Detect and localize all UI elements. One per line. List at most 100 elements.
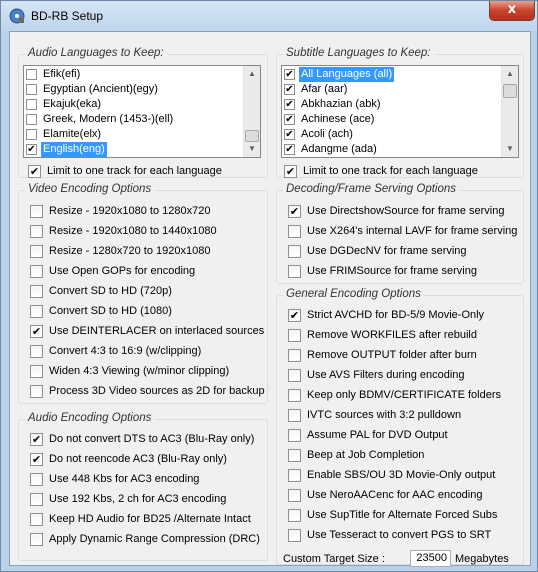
checkbox-box[interactable] bbox=[288, 265, 301, 278]
list-item-label: Afar (aar) bbox=[301, 83, 348, 95]
audio-encoding-title: Audio Encoding Options bbox=[25, 412, 155, 424]
option-label: Process 3D Video sources as 2D for backu… bbox=[49, 385, 265, 397]
checkbox-box[interactable] bbox=[288, 509, 301, 522]
audio-languages-list[interactable]: ✔ English(eng) Elamite(elx) Greek, Modern (… bbox=[23, 65, 261, 158]
checkbox-box[interactable]: ✔ bbox=[284, 99, 295, 110]
checkbox-box[interactable]: ✔ bbox=[26, 144, 37, 155]
subtitle-list-scrollbar[interactable]: ▲ ▼ bbox=[501, 66, 518, 157]
close-button[interactable]: x bbox=[489, 1, 535, 21]
checkbox-box[interactable] bbox=[30, 473, 43, 486]
checkbox-box[interactable] bbox=[288, 369, 301, 382]
subtitle-limit-label: Limit to one track for each language bbox=[303, 165, 478, 177]
option-label: Use X264's internal LAVF for frame servi… bbox=[307, 225, 518, 237]
checkbox-box[interactable] bbox=[30, 365, 43, 378]
option-label: Use Open GOPs for encoding bbox=[49, 265, 196, 277]
option-label: Use 192 Kbs, 2 ch for AC3 encoding bbox=[49, 493, 227, 505]
checkbox-box[interactable] bbox=[30, 285, 43, 298]
list-item-label: All Languages (all) bbox=[299, 67, 395, 82]
scroll-thumb[interactable] bbox=[503, 84, 517, 98]
setup-window: BD-RB Setup x Audio Languages to Keep: ✔… bbox=[0, 0, 538, 572]
checkbox-box[interactable] bbox=[26, 69, 37, 80]
scroll-down-icon[interactable]: ▼ bbox=[244, 141, 260, 157]
checkbox-box[interactable]: ✔ bbox=[30, 325, 43, 338]
client-area: Audio Languages to Keep: ✔ English(eng) El… bbox=[9, 31, 531, 567]
checkbox-box[interactable] bbox=[288, 225, 301, 238]
option-label: Keep only BDMV/CERTIFICATE folders bbox=[307, 389, 501, 401]
checkbox-box[interactable] bbox=[30, 225, 43, 238]
option-label: Remove OUTPUT folder after burn bbox=[307, 349, 477, 361]
checkbox-box[interactable] bbox=[26, 114, 37, 125]
checkbox-box[interactable]: ✔ bbox=[284, 129, 295, 140]
checkbox-box[interactable] bbox=[288, 529, 301, 542]
option-label: Keep HD Audio for BD25 /Alternate Intact bbox=[49, 513, 251, 525]
checkbox-box[interactable] bbox=[288, 389, 301, 402]
checkbox-box[interactable] bbox=[288, 409, 301, 422]
checkbox-box[interactable] bbox=[288, 349, 301, 362]
scroll-up-icon[interactable]: ▲ bbox=[502, 66, 518, 82]
checkbox-box[interactable]: ✔ bbox=[284, 165, 297, 178]
option-label: Convert SD to HD (720p) bbox=[49, 285, 172, 297]
checkbox-box[interactable] bbox=[288, 469, 301, 482]
window-title: BD-RB Setup bbox=[31, 9, 104, 23]
checkbox-box[interactable] bbox=[30, 513, 43, 526]
checkbox-box[interactable] bbox=[26, 129, 37, 140]
custom-size-input[interactable]: 23500 bbox=[410, 550, 451, 567]
list-item-label: English(eng) bbox=[41, 142, 107, 157]
checkbox-box[interactable]: ✔ bbox=[288, 205, 301, 218]
scroll-down-icon[interactable]: ▼ bbox=[502, 141, 518, 157]
scroll-up-icon[interactable]: ▲ bbox=[244, 66, 260, 82]
option-label: Resize - 1280x720 to 1920x1080 bbox=[49, 245, 211, 257]
checkbox-box[interactable] bbox=[26, 99, 37, 110]
checkbox-box[interactable] bbox=[30, 205, 43, 218]
general-encoding-title: General Encoding Options bbox=[283, 288, 424, 300]
checkbox-box[interactable] bbox=[30, 493, 43, 506]
checkbox-box[interactable]: ✔ bbox=[284, 69, 295, 80]
option-label: Use AVS Filters during encoding bbox=[307, 369, 465, 381]
checkbox-box[interactable]: ✔ bbox=[28, 165, 41, 178]
option-label: Do not convert DTS to AC3 (Blu-Ray only) bbox=[49, 433, 255, 445]
checkbox-box[interactable] bbox=[30, 385, 43, 398]
checkbox-box[interactable] bbox=[288, 329, 301, 342]
checkbox-box[interactable] bbox=[288, 489, 301, 502]
checkbox-box[interactable]: ✔ bbox=[288, 309, 301, 322]
list-item-label: Acoli (ach) bbox=[301, 128, 353, 140]
checkbox-box[interactable]: ✔ bbox=[284, 144, 295, 155]
list-item-label: Achinese (ace) bbox=[301, 113, 375, 125]
option-label: Convert 4:3 to 16:9 (w/clipping) bbox=[49, 345, 202, 357]
checkbox-box[interactable] bbox=[26, 84, 37, 95]
option-label: Assume PAL for DVD Output bbox=[307, 429, 448, 441]
option-label: Use FRIMSource for frame serving bbox=[307, 265, 477, 277]
checkbox-box[interactable] bbox=[30, 245, 43, 258]
custom-size-label: Custom Target Size : bbox=[283, 553, 385, 565]
checkbox-box[interactable] bbox=[30, 345, 43, 358]
option-label: Use NeroAACenc for AAC encoding bbox=[307, 489, 483, 501]
checkbox-box[interactable]: ✔ bbox=[30, 433, 43, 446]
checkbox-box[interactable] bbox=[288, 449, 301, 462]
option-label: Use 448 Kbs for AC3 encoding bbox=[49, 473, 200, 485]
option-label: Use SupTitle for Alternate Forced Subs bbox=[307, 509, 498, 521]
checkbox-box[interactable] bbox=[30, 265, 43, 278]
checkbox-box[interactable]: ✔ bbox=[284, 114, 295, 125]
checkbox-box[interactable] bbox=[288, 245, 301, 258]
checkbox-box[interactable]: ✔ bbox=[30, 453, 43, 466]
checkbox-box[interactable] bbox=[30, 533, 43, 546]
list-item-label: Elamite(elx) bbox=[43, 128, 102, 140]
checkbox-box[interactable] bbox=[288, 429, 301, 442]
option-label: Convert SD to HD (1080) bbox=[49, 305, 172, 317]
subtitle-languages-title: Subtitle Languages to Keep: bbox=[283, 47, 434, 59]
app-icon bbox=[9, 8, 25, 24]
option-label: Widen 4:3 Viewing (w/minor clipping) bbox=[49, 365, 230, 377]
audio-encoding-group: Audio Encoding Options ✔ Do not convert D… bbox=[18, 412, 268, 561]
option-label: Use Tesseract to convert PGS to SRT bbox=[307, 529, 492, 541]
list-item-label: Greek, Modern (1453-)(ell) bbox=[43, 113, 174, 125]
subtitle-languages-list[interactable]: ✔ Adangme (ada) ✔ Acoli (ach) ✔ Achinese (ace… bbox=[281, 65, 519, 158]
title-bar[interactable]: BD-RB Setup x bbox=[1, 1, 537, 31]
video-encoding-group: Video Encoding Options Resize - 1920x108… bbox=[18, 183, 268, 404]
checkbox-box[interactable]: ✔ bbox=[284, 84, 295, 95]
audio-list-scrollbar[interactable]: ▲ ▼ bbox=[243, 66, 260, 157]
option-label: Apply Dynamic Range Compression (DRC) bbox=[49, 533, 260, 545]
option-label: IVTC sources with 3:2 pulldown bbox=[307, 409, 462, 421]
checkbox-box[interactable] bbox=[30, 305, 43, 318]
list-item-label: Efik(efi) bbox=[43, 68, 81, 80]
option-label: Use DEINTERLACER on interlaced sources bbox=[49, 325, 265, 337]
